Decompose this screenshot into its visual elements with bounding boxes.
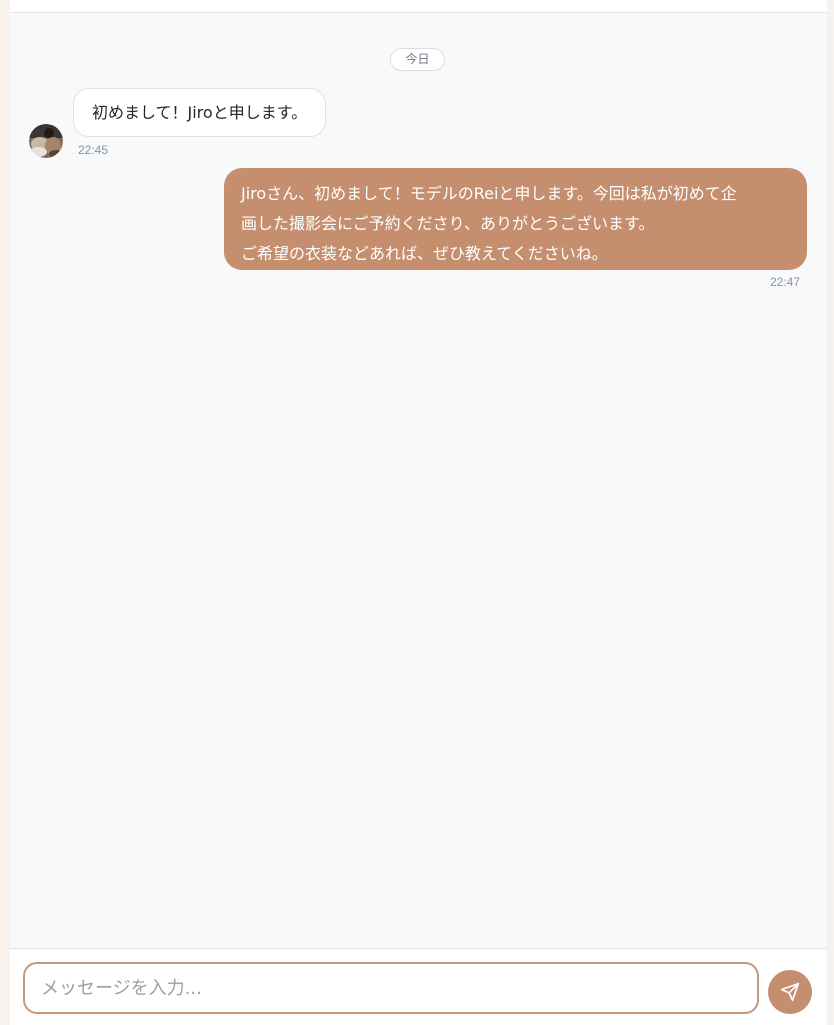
message-timestamp: 22:45 [78, 143, 109, 157]
message-input[interactable] [23, 962, 759, 1014]
message-bubble-incoming: 初めまして！Jiroと申します。 [73, 88, 327, 137]
chat-window: 今日 初めまして！Jiroと申します。 22:45 Jiroさん、初めまして！モ… [10, 0, 827, 1025]
message-text-line: Jiroさん、初めまして！モデルのReiと申します。今回は私が初めて企 [241, 184, 737, 203]
send-button[interactable] [768, 970, 812, 1014]
message-text-line: 画した撮影会にご予約くださり、ありがとうございます。 [241, 214, 655, 233]
date-separator: 今日 [390, 48, 445, 71]
header-bar [10, 0, 827, 13]
send-icon [780, 982, 800, 1002]
message-bubble-outgoing: Jiroさん、初めまして！モデルのReiと申します。今回は私が初めて企 画した撮… [224, 168, 807, 270]
message-text-line: ご希望の衣装などあれば、ぜひ教えてくださいね。 [241, 244, 608, 263]
message-timestamp: 22:47 [770, 275, 801, 289]
message-composer [10, 948, 827, 1025]
message-text: 初めまして！Jiroと申します。 [92, 103, 308, 122]
avatar[interactable] [29, 124, 63, 158]
